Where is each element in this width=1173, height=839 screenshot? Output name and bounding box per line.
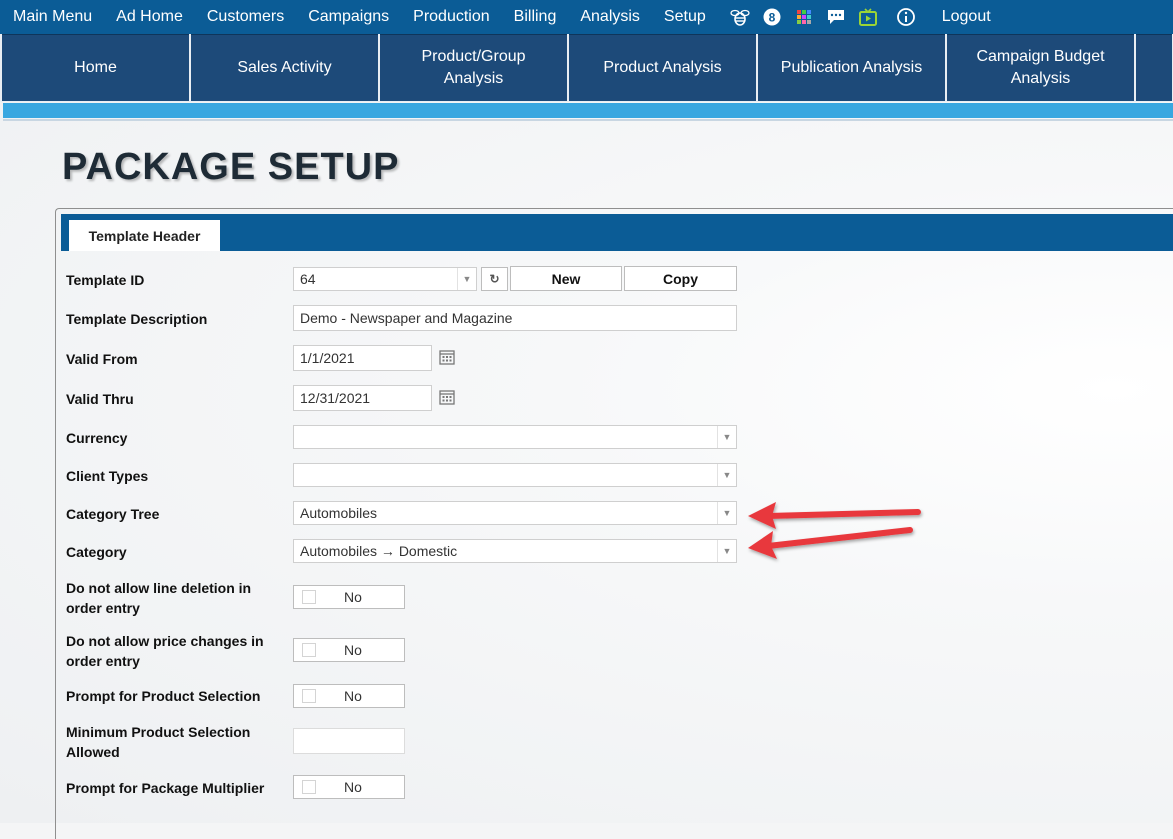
calendar-icon[interactable]: [439, 389, 457, 407]
analysis-nav: Home Sales Activity Product/Group Analys…: [0, 34, 1173, 102]
chevron-down-icon[interactable]: ▼: [717, 502, 736, 524]
template-description-input[interactable]: Demo - Newspaper and Magazine: [293, 305, 737, 331]
divider: [3, 119, 1173, 121]
top-menu-bar: Main Menu Ad Home Customers Campaigns Pr…: [0, 0, 1173, 34]
calendar-icon[interactable]: [439, 349, 457, 367]
prompt-product-label: Prompt for Product Selection: [66, 688, 261, 704]
refresh-button[interactable]: ↻: [481, 267, 508, 291]
copy-button[interactable]: Copy: [624, 266, 737, 291]
currency-select[interactable]: ▼: [293, 425, 737, 449]
category-tree-label: Category Tree: [66, 506, 160, 522]
chevron-down-icon[interactable]: ▼: [717, 426, 736, 448]
info-icon[interactable]: [890, 0, 922, 34]
category-label: Category: [66, 544, 127, 560]
valid-from-label: Valid From: [66, 351, 138, 367]
nav-tile-home[interactable]: Home: [2, 34, 189, 101]
menu-setup[interactable]: Setup: [652, 0, 718, 34]
svg-text:8: 8: [768, 11, 775, 25]
chevron-down-icon[interactable]: ▼: [717, 464, 736, 486]
apps-grid-icon[interactable]: [788, 0, 820, 34]
nav-tile-sales-activity[interactable]: Sales Activity: [191, 34, 378, 101]
prompt-product-toggle[interactable]: No: [293, 684, 405, 708]
notification-count-icon[interactable]: 8: [756, 0, 788, 34]
nav-tile-product-analysis[interactable]: Product Analysis: [569, 34, 756, 101]
menu-main-menu[interactable]: Main Menu: [0, 0, 104, 34]
nav-tile-campaign-budget-analysis[interactable]: Campaign Budget Analysis: [947, 34, 1134, 101]
menu-customers[interactable]: Customers: [195, 0, 296, 34]
new-button[interactable]: New: [510, 266, 622, 291]
template-id-select[interactable]: 64 ▼: [293, 267, 477, 291]
no-price-changes-label: Do not allow price changes in order entr…: [66, 633, 264, 669]
page-title: PACKAGE SETUP: [62, 146, 400, 188]
prompt-multiplier-toggle[interactable]: No: [293, 775, 405, 799]
tv-icon[interactable]: [852, 0, 884, 34]
nav-tile-product-group-analysis[interactable]: Product/Group Analysis: [380, 34, 567, 101]
prompt-multiplier-label: Prompt for Package Multiplier: [66, 780, 265, 796]
min-product-input[interactable]: [293, 728, 405, 754]
nav-tile-overflow[interactable]: [1136, 34, 1172, 101]
menu-ad-home[interactable]: Ad Home: [104, 0, 195, 34]
menu-production[interactable]: Production: [401, 0, 502, 34]
no-line-deletion-toggle[interactable]: No: [293, 585, 405, 609]
tab-bar: [61, 214, 1173, 251]
checkbox[interactable]: [302, 643, 316, 657]
bee-icon[interactable]: [724, 0, 756, 34]
menu-billing[interactable]: Billing: [502, 0, 569, 34]
checkbox[interactable]: [302, 780, 316, 794]
no-line-deletion-label: Do not allow line deletion in order entr…: [66, 580, 252, 616]
currency-label: Currency: [66, 430, 128, 446]
refresh-icon: ↻: [489, 272, 500, 286]
category-tree-select[interactable]: Automobiles ▼: [293, 501, 737, 525]
client-types-select[interactable]: ▼: [293, 463, 737, 487]
template-id-label: Template ID: [66, 272, 145, 288]
tab-template-header[interactable]: Template Header: [69, 220, 220, 251]
chat-icon[interactable]: [820, 0, 852, 34]
client-types-label: Client Types: [66, 468, 149, 484]
menu-analysis[interactable]: Analysis: [568, 0, 652, 34]
category-select[interactable]: Automobiles → Domestic ▼: [293, 539, 737, 563]
valid-thru-label: Valid Thru: [66, 391, 134, 407]
chevron-down-icon[interactable]: ▼: [457, 268, 476, 290]
chevron-down-icon[interactable]: ▼: [717, 540, 736, 562]
no-price-changes-toggle[interactable]: No: [293, 638, 405, 662]
valid-thru-input[interactable]: 12/31/2021: [293, 385, 432, 411]
checkbox[interactable]: [302, 689, 316, 703]
valid-from-input[interactable]: 1/1/2021: [293, 345, 432, 371]
min-product-label: Minimum Product Selection Allowed: [66, 724, 251, 760]
annotation-arrows: [748, 502, 921, 559]
checkbox[interactable]: [302, 590, 316, 604]
accent-strip: [3, 103, 1173, 118]
template-description-label: Template Description: [66, 311, 208, 327]
menu-campaigns[interactable]: Campaigns: [296, 0, 401, 34]
nav-tile-publication-analysis[interactable]: Publication Analysis: [758, 34, 945, 101]
logout-link[interactable]: Logout: [930, 0, 1003, 34]
